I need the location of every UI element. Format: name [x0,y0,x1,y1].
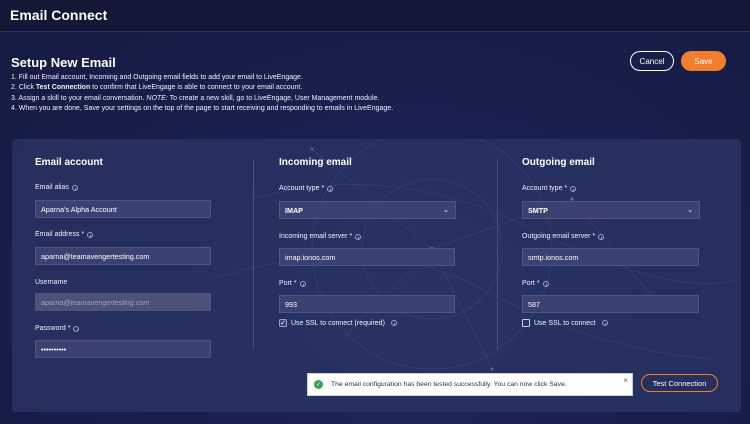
outgoing-server-field[interactable]: smtp.ionos.com [522,248,699,266]
incoming-email-title: Incoming email [279,157,352,168]
instruction-3-suffix: To create a new skill, go to LiveEngage,… [167,94,380,102]
outgoing-account-type-value: SMTP [528,205,548,215]
username-label: Username [35,279,67,286]
required-marker: * [321,185,325,192]
email-alias-label-text: Email alias [35,184,69,191]
info-icon[interactable] [299,280,306,287]
incoming-port-label-text: Port [279,280,292,287]
required-marker: * [349,233,353,240]
instruction-1: 1. Fill out Email account, Incoming and … [11,74,303,81]
instruction-2: 2. Click Test Connection to confirm that… [11,83,393,93]
incoming-ssl-checkbox-row[interactable]: ✓ Use SSL to connect (required) [279,319,397,327]
email-account-title: Email account [35,157,103,168]
app-title: Email Connect [10,7,108,23]
incoming-account-type-select[interactable]: IMAP ⌄ [279,201,456,219]
save-button[interactable]: Save [681,51,726,71]
incoming-port-label: Port * [279,280,306,287]
outgoing-port-field[interactable]: 587 [522,295,699,313]
username-field[interactable]: aparna@teamavengertesting.com [35,293,211,311]
username-label-text: Username [35,279,68,286]
info-icon[interactable] [390,320,397,326]
outgoing-account-type-label: Account type * [522,185,577,192]
info-icon[interactable] [327,185,334,192]
incoming-port-field[interactable]: 993 [279,295,455,313]
check-circle-icon: ✓ [314,380,323,389]
incoming-account-type-label: Account type * [279,185,334,192]
outgoing-port-label: Port * [522,280,549,287]
password-field[interactable]: •••••••••• [35,340,211,358]
column-divider [497,159,498,349]
required-marker: * [67,325,71,332]
email-address-field[interactable]: aparna@teamavengertesting.com [35,247,211,265]
page-title: Setup New Email [11,55,116,70]
instruction-3-note: NOTE: [146,94,168,102]
column-divider [253,159,254,349]
cancel-button[interactable]: Cancel [630,51,674,71]
required-marker: * [564,185,568,192]
instruction-4: 4. When you are done, Save your settings… [11,105,394,113]
outgoing-account-type-select[interactable]: SMTP ⌄ [522,201,700,219]
instruction-3-prefix: 3. Assign a skill to your email conversa… [11,94,147,102]
info-icon[interactable] [598,233,605,240]
required-marker: * [81,231,85,238]
test-connection-button[interactable]: Test Connection [641,374,718,392]
password-label-text: Password [35,325,66,332]
info-icon[interactable] [601,320,608,326]
info-icon[interactable] [542,280,549,287]
info-icon[interactable] [73,325,80,332]
toast-message: The email configuration has been tested … [331,381,567,388]
instruction-2-prefix: 2. Click [11,84,36,92]
incoming-ssl-checkbox[interactable]: ✓ [279,319,287,327]
email-settings-panel: Email account Email alias Aparna's Alpha… [12,139,741,412]
outgoing-port-label-text: Port [522,280,535,287]
outgoing-ssl-checkbox[interactable] [522,319,530,327]
app-header: Email Connect [0,0,750,32]
outgoing-email-title: Outgoing email [522,157,595,168]
password-label: Password * [35,325,80,332]
incoming-server-label: Incoming email server * [279,233,362,240]
required-marker: * [592,233,596,240]
email-address-label-text: Email address [35,231,80,238]
outgoing-server-label: Outgoing email server * [522,233,605,240]
email-alias-label: Email alias [35,184,78,191]
instruction-2-bold: Test Connection [35,84,91,92]
required-marker: * [536,280,540,287]
success-toast: ✓ The email configuration has been teste… [307,373,633,396]
email-alias-field[interactable]: Aparna's Alpha Account [35,200,211,218]
incoming-ssl-label: Use SSL to connect (required) [291,319,385,327]
info-icon[interactable] [71,184,78,191]
info-icon[interactable] [87,231,94,238]
incoming-account-type-value: IMAP [285,205,303,215]
info-icon[interactable] [570,185,577,192]
instructions: 1. Fill out Email account, Incoming and … [11,73,393,115]
chevron-down-icon: ⌄ [687,207,693,214]
chevron-down-icon: ⌄ [443,207,449,214]
incoming-account-type-label-text: Account type [279,185,320,192]
email-address-label: Email address * [35,231,94,238]
instruction-3: 3. Assign a skill to your email conversa… [11,94,393,104]
outgoing-ssl-label: Use SSL to connect [534,319,596,327]
required-marker: * [293,280,297,287]
incoming-server-label-text: Incoming email server [279,233,348,240]
network-background-graphic [211,139,741,371]
outgoing-server-label-text: Outgoing email server [522,233,591,240]
instruction-2-suffix: to confirm that LiveEngage is able to co… [90,84,303,92]
info-icon[interactable] [355,233,362,240]
close-icon[interactable]: × [623,376,628,385]
outgoing-ssl-checkbox-row[interactable]: Use SSL to connect [522,319,608,327]
incoming-server-field[interactable]: imap.ionos.com [279,248,455,266]
outgoing-account-type-label-text: Account type [522,185,563,192]
